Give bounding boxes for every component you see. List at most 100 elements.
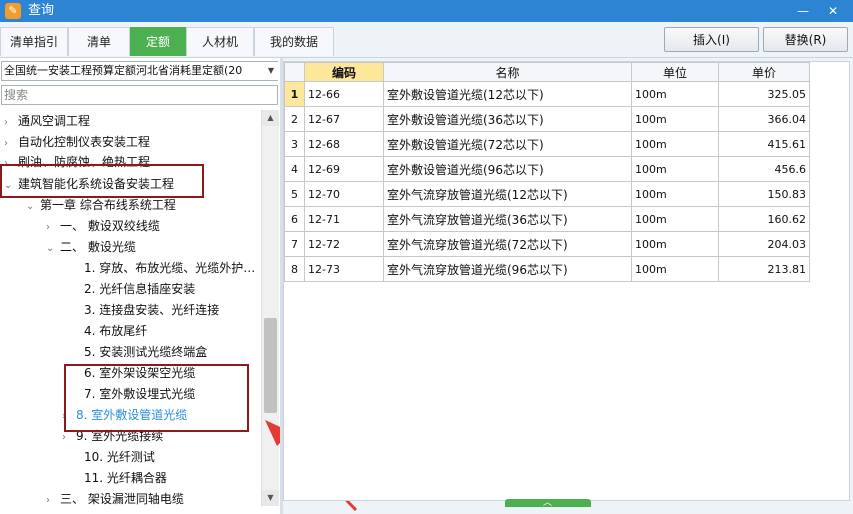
chevron-right-icon[interactable]: › (4, 134, 18, 154)
cell-code[interactable]: 12-71 (304, 206, 384, 232)
cell-name[interactable]: 室外气流穿放管道光缆(72芯以下) (383, 231, 632, 257)
table-row[interactable]: 7 12-72 室外气流穿放管道光缆(72芯以下) 100m 204.03 (284, 231, 810, 257)
cell-unit[interactable]: 100m (631, 81, 719, 107)
tree-item-label: 通风空调工程 (18, 114, 91, 128)
column-header-price[interactable]: 单价 (718, 62, 810, 82)
tab-my-data[interactable]: 我的数据 (254, 27, 334, 56)
tree-item-label: 11. 光纤耦合器 (84, 471, 167, 485)
tree-item-10[interactable]: 10. 光纤测试 (70, 447, 155, 467)
cell-price[interactable]: 366.04 (718, 106, 810, 132)
tab-quota[interactable]: 定额 (130, 27, 186, 56)
row-number: 5 (284, 181, 305, 207)
collapse-handle[interactable]: ︿ (505, 498, 591, 508)
quota-table: 编码 名称 单位 单价 1 12-66 室外敷设管道光缆(12芯以下) 100m… (284, 62, 810, 282)
table-row[interactable]: 1 12-66 室外敷设管道光缆(12芯以下) 100m 325.05 (284, 81, 810, 107)
cell-code[interactable]: 12-67 (304, 106, 384, 132)
cell-code[interactable]: 12-66 (304, 81, 384, 107)
table-row[interactable]: 6 12-71 室外气流穿放管道光缆(36芯以下) 100m 160.62 (284, 206, 810, 232)
row-number: 2 (284, 106, 305, 132)
tree-item-1[interactable]: 1. 穿放、布放光缆、光缆外护… (70, 258, 255, 278)
chevron-right-icon[interactable]: › (46, 491, 60, 510)
cell-code[interactable]: 12-69 (304, 156, 384, 182)
cell-price[interactable]: 160.62 (718, 206, 810, 232)
scroll-down-icon[interactable]: ▼ (262, 490, 279, 506)
table-row[interactable]: 4 12-69 室外敷设管道光缆(96芯以下) 100m 456.6 (284, 156, 810, 182)
insert-button[interactable]: 插入(I) (664, 27, 759, 52)
replace-button[interactable]: 替换(R) (763, 27, 848, 52)
cell-name[interactable]: 室外敷设管道光缆(12芯以下) (383, 81, 632, 107)
row-number: 7 (284, 231, 305, 257)
tree-item-chapter-1[interactable]: ⌄ 第一章 综合布线系统工程 (26, 195, 176, 215)
cell-name[interactable]: 室外气流穿放管道光缆(12芯以下) (383, 181, 632, 207)
tree-item-label: 5. 安装测试光缆终端盒 (84, 345, 208, 359)
tab-list[interactable]: 清单 (68, 27, 130, 56)
tree-item-4[interactable]: 4. 布放尾纤 (70, 321, 147, 341)
tree-item-label: 3. 连接盘安装、光纤连接 (84, 303, 220, 317)
cell-name[interactable]: 室外敷设管道光缆(96芯以下) (383, 156, 632, 182)
tree-item-label: 第一章 综合布线系统工程 (40, 198, 176, 212)
cell-unit[interactable]: 100m (631, 181, 719, 207)
cell-code[interactable]: 12-68 (304, 131, 384, 157)
tree-item-3[interactable]: 3. 连接盘安装、光纤连接 (70, 300, 219, 320)
tree-item-hvac[interactable]: › 通风空调工程 (4, 111, 90, 131)
column-header-code[interactable]: 编码 (304, 62, 384, 82)
chevron-down-icon[interactable]: ⌄ (46, 239, 60, 259)
column-header-name[interactable]: 名称 (383, 62, 632, 82)
cell-unit[interactable]: 100m (631, 206, 719, 232)
app-icon: ✎ (5, 3, 21, 19)
tree-item-label: 一、 敷设双绞线缆 (60, 219, 160, 233)
table-row[interactable]: 3 12-68 室外敷设管道光缆(72芯以下) 100m 415.61 (284, 131, 810, 157)
highlight-box-category (0, 164, 204, 198)
cell-price[interactable]: 415.61 (718, 131, 810, 157)
minimize-button[interactable]: — (792, 2, 814, 20)
cell-price[interactable]: 456.6 (718, 156, 810, 182)
close-button[interactable]: ✕ (822, 2, 844, 20)
cell-unit[interactable]: 100m (631, 256, 719, 282)
cell-name[interactable]: 室外敷设管道光缆(36芯以下) (383, 106, 632, 132)
cell-unit[interactable]: 100m (631, 131, 719, 157)
table-row[interactable]: 5 12-70 室外气流穿放管道光缆(12芯以下) 100m 150.83 (284, 181, 810, 207)
cell-price[interactable]: 213.81 (718, 256, 810, 282)
cell-name[interactable]: 室外气流穿放管道光缆(36芯以下) (383, 206, 632, 232)
cell-price[interactable]: 150.83 (718, 181, 810, 207)
tree-scrollbar[interactable]: ▲ ▼ (261, 110, 279, 506)
cell-name[interactable]: 室外敷设管道光缆(72芯以下) (383, 131, 632, 157)
table-row[interactable]: 2 12-67 室外敷设管道光缆(36芯以下) 100m 366.04 (284, 106, 810, 132)
window-title: 查询 (28, 3, 55, 18)
chevron-right-icon[interactable]: › (46, 218, 60, 238)
chevron-up-icon[interactable]: ︿ (543, 495, 552, 508)
column-header-unit[interactable]: 单位 (631, 62, 719, 82)
tree-item-5[interactable]: 5. 安装测试光缆终端盒 (70, 342, 207, 362)
chevron-right-icon[interactable]: › (4, 113, 18, 133)
tree-item-2[interactable]: 2. 光纤信息插座安装 (70, 279, 195, 299)
row-number: 6 (284, 206, 305, 232)
cell-unit[interactable]: 100m (631, 231, 719, 257)
chevron-down-icon[interactable]: ⌄ (26, 197, 40, 217)
cell-name[interactable]: 室外气流穿放管道光缆(96芯以下) (383, 256, 632, 282)
cell-code[interactable]: 12-73 (304, 256, 384, 282)
cell-unit[interactable]: 100m (631, 106, 719, 132)
tree-item-leaky-coax[interactable]: › 三、 架设漏泄同轴电缆 (46, 489, 184, 509)
tree-item-label: 4. 布放尾纤 (84, 324, 148, 338)
tree-item-label: 10. 光纤测试 (84, 450, 155, 464)
row-number-header (284, 62, 305, 82)
chevron-down-icon[interactable]: ▼ (264, 62, 278, 80)
table-row[interactable]: 8 12-73 室外气流穿放管道光缆(96芯以下) 100m 213.81 (284, 256, 810, 282)
scroll-thumb[interactable] (264, 318, 277, 413)
tab-list-guide[interactable]: 清单指引 (0, 27, 68, 56)
title-bar: ✎ 查询 — ✕ (0, 0, 853, 22)
cell-unit[interactable]: 100m (631, 156, 719, 182)
tree-item-automation[interactable]: › 自动化控制仪表安装工程 (4, 132, 150, 152)
scroll-up-icon[interactable]: ▲ (262, 110, 279, 126)
tree-item-11[interactable]: 11. 光纤耦合器 (70, 468, 167, 488)
quota-grid: 编码 名称 单位 单价 1 12-66 室外敷设管道光缆(12芯以下) 100m… (283, 61, 850, 501)
tab-labor-material-machine[interactable]: 人材机 (186, 27, 254, 56)
cell-price[interactable]: 204.03 (718, 231, 810, 257)
quota-library-select[interactable]: 全国统一安装工程预算定额河北省消耗里定额(20 (1, 61, 278, 81)
cell-code[interactable]: 12-72 (304, 231, 384, 257)
tree-item-optical-cable[interactable]: ⌄ 二、 敷设光缆 (46, 237, 136, 257)
cell-price[interactable]: 325.05 (718, 81, 810, 107)
cell-code[interactable]: 12-70 (304, 181, 384, 207)
tree-item-twisted-pair[interactable]: › 一、 敷设双绞线缆 (46, 216, 160, 236)
search-input[interactable]: 搜索 (1, 85, 278, 105)
